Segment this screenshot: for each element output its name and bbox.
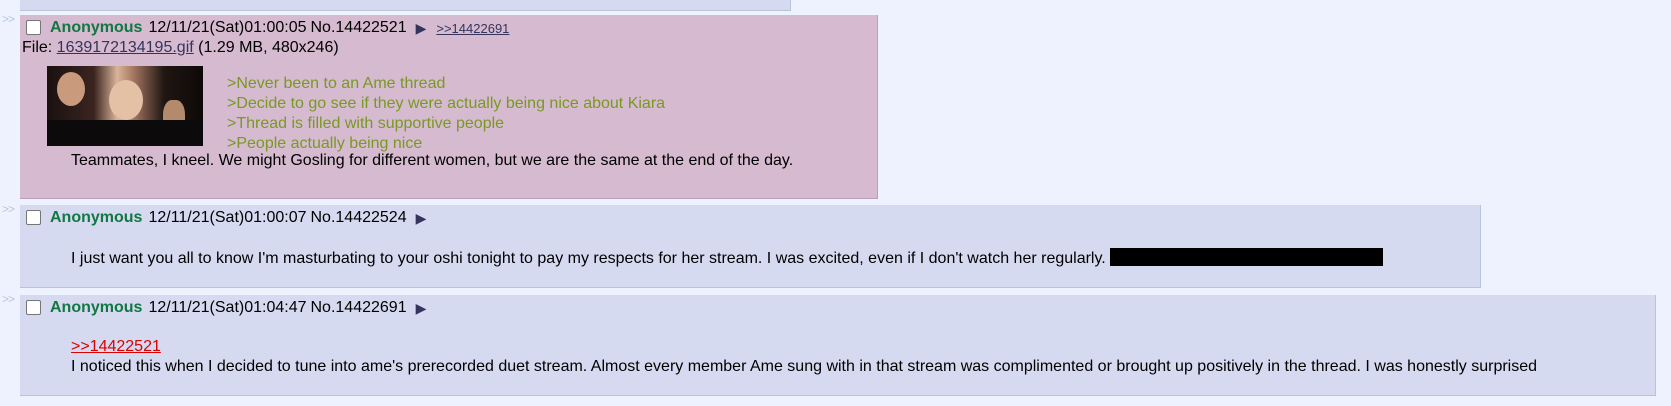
post-datetime: 12/11/21(Sat)01:04:47	[148, 299, 307, 316]
poster-name: Anonymous	[50, 19, 143, 36]
image-thumbnail[interactable]	[47, 66, 203, 146]
post-menu-triangle-icon[interactable]: ▶	[416, 300, 427, 317]
post-datetime: 12/11/21(Sat)01:00:07	[148, 209, 307, 226]
post-number[interactable]: No.14422691	[311, 299, 407, 317]
post-checkbox[interactable]	[26, 209, 41, 225]
post-menu-triangle-icon[interactable]: ▶	[416, 210, 427, 227]
post-info: Anonymous 12/11/21(Sat)01:04:47 No.14422…	[26, 299, 426, 317]
post-menu-triangle-icon[interactable]: ▶	[416, 20, 427, 37]
post-datetime: 12/11/21(Sat)01:00:05	[148, 19, 307, 36]
backlink[interactable]: >>14422691	[436, 21, 509, 36]
greentext-line: >Never been to an Ame thread	[227, 75, 446, 92]
greentext-line: >Decide to go see if they were actually …	[227, 95, 666, 112]
previous-reply-bottom	[20, 0, 791, 11]
quote-link[interactable]: >>14422521	[71, 337, 1537, 357]
poster-name: Anonymous	[50, 209, 143, 226]
post-14422524: Anonymous 12/11/21(Sat)01:00:07 No.14422…	[20, 205, 1481, 288]
greentext-line: >Thread is filled with supportive people	[227, 115, 505, 132]
post-text: I noticed this when I decided to tune in…	[71, 358, 1538, 375]
side-arrows: >>	[2, 202, 15, 216]
post-message: >>14422521 I noticed this when I decided…	[71, 337, 1537, 377]
file-prefix: File:	[22, 39, 57, 56]
side-arrows: >>	[2, 292, 15, 306]
post-text: Teammates, I kneel. We might Gosling for…	[71, 152, 794, 169]
post-message: >Never been to an Ame thread >Decide to …	[227, 74, 665, 154]
post-number[interactable]: No.14422524	[311, 209, 407, 227]
file-meta: (1.29 MB, 480x246)	[193, 39, 339, 56]
post-number[interactable]: No.14422521	[311, 19, 407, 37]
post-text: I just want you all to know I'm masturba…	[71, 250, 1106, 267]
spoiler-text[interactable]	[1109, 248, 1383, 266]
post-checkbox[interactable]	[26, 299, 41, 315]
post-checkbox[interactable]	[26, 19, 41, 35]
side-arrows: >>	[2, 12, 15, 26]
post-14422521: Anonymous 12/11/21(Sat)01:00:05 No.14422…	[20, 15, 878, 199]
file-info: File: 1639172134195.gif (1.29 MB, 480x24…	[22, 39, 339, 57]
post-info: Anonymous 12/11/21(Sat)01:00:07 No.14422…	[26, 209, 426, 227]
post-14422691: Anonymous 12/11/21(Sat)01:04:47 No.14422…	[20, 295, 1656, 396]
post-info: Anonymous 12/11/21(Sat)01:00:05 No.14422…	[26, 19, 509, 37]
poster-name: Anonymous	[50, 299, 143, 316]
file-link[interactable]: 1639172134195.gif	[57, 39, 194, 56]
post-message: I just want you all to know I'm masturba…	[71, 248, 1383, 269]
